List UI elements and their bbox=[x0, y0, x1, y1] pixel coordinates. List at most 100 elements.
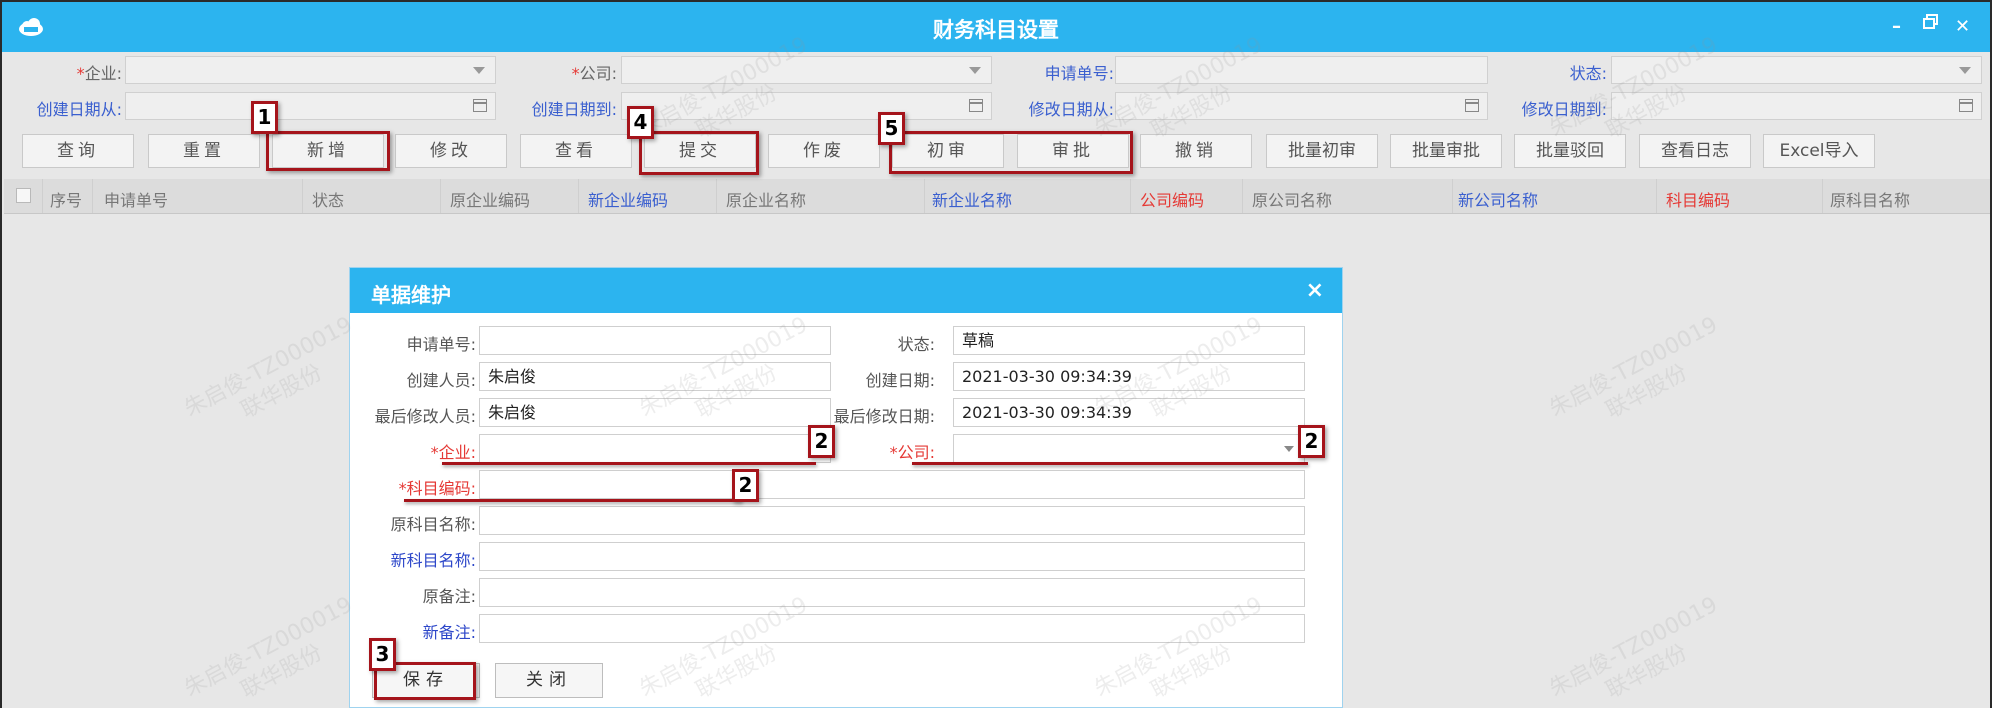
edit-button[interactable]: 修改 bbox=[395, 134, 507, 168]
new-remark-input[interactable] bbox=[479, 614, 1305, 643]
filter-enterprise-select[interactable] bbox=[125, 56, 496, 84]
column-divider bbox=[440, 179, 441, 213]
annotation-underline-enterprise bbox=[442, 462, 816, 465]
column-divider bbox=[1452, 179, 1453, 213]
column-header-status[interactable]: 状态 bbox=[312, 187, 344, 211]
orig-remark-input[interactable] bbox=[479, 578, 1305, 607]
query-button[interactable]: 查询 bbox=[22, 134, 134, 168]
annotation-badge-5: 5 bbox=[878, 112, 905, 145]
batch-first-review-button[interactable]: 批量初审 bbox=[1266, 134, 1378, 168]
view-button[interactable]: 查看 bbox=[520, 134, 632, 168]
minimize-icon[interactable]: – bbox=[1892, 16, 1901, 37]
dialog-title: 单据维护 bbox=[371, 283, 451, 307]
column-header-new-enterprise-code[interactable]: 新企业编码 bbox=[588, 187, 668, 211]
column-header-new-company-name[interactable]: 新公司名称 bbox=[1458, 187, 1538, 211]
column-divider bbox=[1130, 179, 1131, 213]
orig-remark-label: 原备注: bbox=[422, 587, 476, 606]
filter-request-no-input[interactable] bbox=[1115, 56, 1488, 84]
last-modifier-label: 最后修改人员: bbox=[374, 407, 476, 426]
filter-company-label: *公司: bbox=[571, 64, 617, 83]
annotation-underline-company bbox=[912, 462, 1308, 465]
annotation-badge-1: 1 bbox=[251, 101, 278, 134]
excel-import-button[interactable]: Excel导入 bbox=[1763, 134, 1875, 168]
view-log-button[interactable]: 查看日志 bbox=[1639, 134, 1751, 168]
annotation-badge-2-subject-code: 2 bbox=[732, 469, 759, 502]
calendar-icon[interactable] bbox=[1465, 99, 1479, 112]
filter-created-from-label: 创建日期从: bbox=[36, 100, 122, 119]
close-button[interactable]: 关闭 bbox=[495, 663, 603, 698]
annotation-highlight-submit bbox=[639, 131, 759, 175]
dialog-close-icon[interactable]: × bbox=[1306, 278, 1324, 303]
creator-input[interactable]: 朱启俊 bbox=[479, 362, 831, 391]
batch-reject-button[interactable]: 批量驳回 bbox=[1514, 134, 1626, 168]
calendar-icon[interactable] bbox=[473, 99, 487, 112]
filter-modified-to-label: 修改日期到: bbox=[1521, 100, 1607, 119]
revoke-button[interactable]: 撤销 bbox=[1140, 134, 1252, 168]
reset-button[interactable]: 重置 bbox=[148, 134, 260, 168]
column-header-company-code[interactable]: 公司编码 bbox=[1140, 187, 1204, 211]
column-header-orig-subject-name[interactable]: 原科目名称 bbox=[1830, 187, 1910, 211]
dialog-header: 单据维护 × bbox=[350, 268, 1342, 313]
filter-created-to-label: 创建日期到: bbox=[531, 100, 617, 119]
filter-company-select[interactable] bbox=[621, 56, 992, 84]
annotation-badge-2-company: 2 bbox=[1298, 425, 1325, 458]
filter-status-select[interactable] bbox=[1611, 56, 1982, 84]
filter-modified-from-date[interactable] bbox=[1115, 92, 1488, 120]
enterprise-input[interactable] bbox=[479, 434, 831, 463]
batch-approve-button[interactable]: 批量审批 bbox=[1390, 134, 1502, 168]
filter-request-no-label: 申请单号: bbox=[1044, 64, 1114, 83]
column-header-orig-enterprise-name[interactable]: 原企业名称 bbox=[726, 187, 806, 211]
enterprise-label: *企业: bbox=[430, 443, 476, 462]
orig-subject-name-label: 原科目名称: bbox=[390, 515, 476, 534]
last-modifier-input[interactable]: 朱启俊 bbox=[479, 398, 831, 427]
chevron-down-icon bbox=[1284, 446, 1294, 452]
column-header-new-enterprise-name[interactable]: 新企业名称 bbox=[932, 187, 1012, 211]
column-header-orig-enterprise-code[interactable]: 原企业编码 bbox=[450, 187, 530, 211]
annotation-highlight-review bbox=[889, 131, 1133, 174]
restore-icon[interactable] bbox=[1923, 14, 1939, 35]
company-select[interactable] bbox=[953, 434, 1305, 463]
filter-enterprise-label: *企业: bbox=[76, 64, 122, 83]
column-divider bbox=[302, 179, 303, 213]
annotation-badge-3: 3 bbox=[369, 638, 396, 671]
chevron-down-icon bbox=[473, 67, 485, 74]
filter-created-from-date[interactable] bbox=[125, 92, 496, 120]
title-bar: 财务科目设置 – ✕ bbox=[2, 2, 1990, 52]
orig-subject-name-input[interactable] bbox=[479, 506, 1305, 535]
annotation-badge-4: 4 bbox=[627, 106, 654, 139]
window-title: 财务科目设置 bbox=[933, 18, 1059, 42]
column-divider bbox=[42, 179, 43, 213]
request-no-label: 申请单号: bbox=[406, 335, 476, 354]
column-header-index[interactable]: 序号 bbox=[50, 187, 82, 211]
document-maintenance-dialog: 单据维护 × 申请单号: 状态: 草稿 创建人员: 朱启俊 创建日期: 2021… bbox=[349, 267, 1343, 708]
filter-modified-to-date[interactable] bbox=[1611, 92, 1982, 120]
chevron-down-icon bbox=[969, 67, 981, 74]
column-divider bbox=[716, 179, 717, 213]
column-divider bbox=[578, 179, 579, 213]
new-subject-name-label: 新科目名称: bbox=[390, 551, 476, 570]
filter-status-label: 状态: bbox=[1569, 64, 1607, 83]
column-divider bbox=[924, 179, 925, 213]
close-window-icon[interactable]: ✕ bbox=[1955, 16, 1970, 37]
column-divider bbox=[1656, 179, 1657, 213]
create-date-input[interactable]: 2021-03-30 09:34:39 bbox=[953, 362, 1305, 391]
last-modify-date-input[interactable]: 2021-03-30 09:34:39 bbox=[953, 398, 1305, 427]
status-input[interactable]: 草稿 bbox=[953, 326, 1305, 355]
last-modify-date-label: 最后修改日期: bbox=[833, 407, 935, 426]
column-header-subject-code[interactable]: 科目编码 bbox=[1666, 187, 1730, 211]
select-all-checkbox[interactable] bbox=[16, 188, 31, 203]
subject-code-input[interactable] bbox=[479, 470, 1305, 499]
column-header-orig-company-name[interactable]: 原公司名称 bbox=[1252, 187, 1332, 211]
column-divider bbox=[1822, 179, 1823, 213]
request-no-input[interactable] bbox=[479, 326, 831, 355]
column-header-request-no[interactable]: 申请单号 bbox=[104, 187, 168, 211]
calendar-icon[interactable] bbox=[1959, 99, 1973, 112]
new-subject-name-input[interactable] bbox=[479, 542, 1305, 571]
column-divider bbox=[1242, 179, 1243, 213]
filter-created-to-date[interactable] bbox=[621, 92, 992, 120]
filter-modified-from-label: 修改日期从: bbox=[1028, 100, 1114, 119]
creator-label: 创建人员: bbox=[406, 371, 476, 390]
create-date-label: 创建日期: bbox=[865, 371, 935, 390]
void-button[interactable]: 作废 bbox=[768, 134, 880, 168]
calendar-icon[interactable] bbox=[969, 99, 983, 112]
